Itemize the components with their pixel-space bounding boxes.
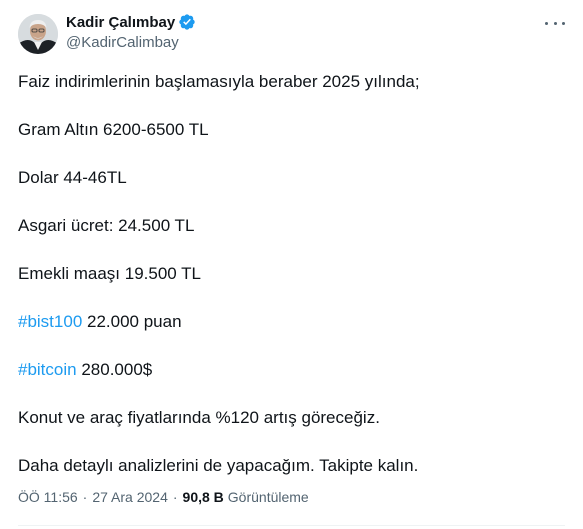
- author-display-name[interactable]: Kadir Çalımbay: [66, 14, 175, 31]
- avatar[interactable]: [18, 14, 58, 54]
- tweet-line: Emekli maaşı 19.500 TL: [18, 262, 201, 286]
- display-name-row: Kadir Çalımbay: [66, 12, 196, 32]
- views-count: 90,8 B: [182, 489, 224, 505]
- divider: [18, 525, 565, 526]
- tweet-time[interactable]: ÖÖ 11:56: [18, 489, 78, 505]
- tweet-line: Gram Altın 6200-6500 TL: [18, 118, 209, 142]
- views-label: Görüntüleme: [227, 489, 309, 505]
- hashtag-link-bitcoin[interactable]: #bitcoin: [18, 360, 77, 379]
- line-text: 22.000 puan: [82, 312, 182, 331]
- tweet-line: Konut ve araç fiyatlarında %120 artış gö…: [18, 406, 380, 430]
- avatar-image: [18, 14, 58, 54]
- author-handle[interactable]: @KadirCalimbay: [66, 34, 196, 51]
- line-text: Faiz indirimlerinin başlamasıyla beraber…: [18, 72, 420, 91]
- tweet-line: #bitcoin 280.000$: [18, 358, 152, 382]
- tweet-card: Kadir Çalımbay @KadirCalimbay Faiz indir…: [0, 0, 583, 529]
- tweet-line: Daha detaylı analizlerini de yapacağım. …: [18, 454, 418, 478]
- tweet-line: Asgari ücret: 24.500 TL: [18, 214, 194, 238]
- more-options-icon[interactable]: [545, 16, 565, 30]
- hashtag-link-bist100[interactable]: #bist100: [18, 312, 82, 331]
- verified-badge-icon: [178, 13, 196, 31]
- tweet-header: Kadir Çalımbay @KadirCalimbay: [18, 10, 565, 54]
- line-text: Dolar 44-46TL: [18, 168, 127, 187]
- meta-separator: ·: [82, 489, 88, 505]
- line-text: Gram Altın 6200-6500 TL: [18, 120, 209, 139]
- line-text: 280.000$: [76, 360, 153, 379]
- line-text: Konut ve araç fiyatlarında %120 artış gö…: [18, 408, 380, 427]
- meta-separator: ·: [172, 489, 178, 505]
- tweet-line: Faiz indirimlerinin başlamasıyla beraber…: [18, 70, 420, 94]
- tweet-date[interactable]: 27 Ara 2024: [92, 489, 168, 505]
- tweet-line: #bist100 22.000 puan: [18, 310, 182, 334]
- line-text: Asgari ücret: 24.500 TL: [18, 216, 195, 235]
- line-text: Daha detaylı analizlerini de yapacağım. …: [18, 456, 419, 475]
- tweet-meta: ÖÖ 11:56 · 27 Ara 2024 · 90,8 B Görüntül…: [18, 489, 309, 505]
- line-text: Emekli maaşı 19.500 TL: [18, 264, 201, 283]
- tweet-line: Dolar 44-46TL: [18, 166, 127, 190]
- author-names: Kadir Çalımbay @KadirCalimbay: [66, 12, 196, 51]
